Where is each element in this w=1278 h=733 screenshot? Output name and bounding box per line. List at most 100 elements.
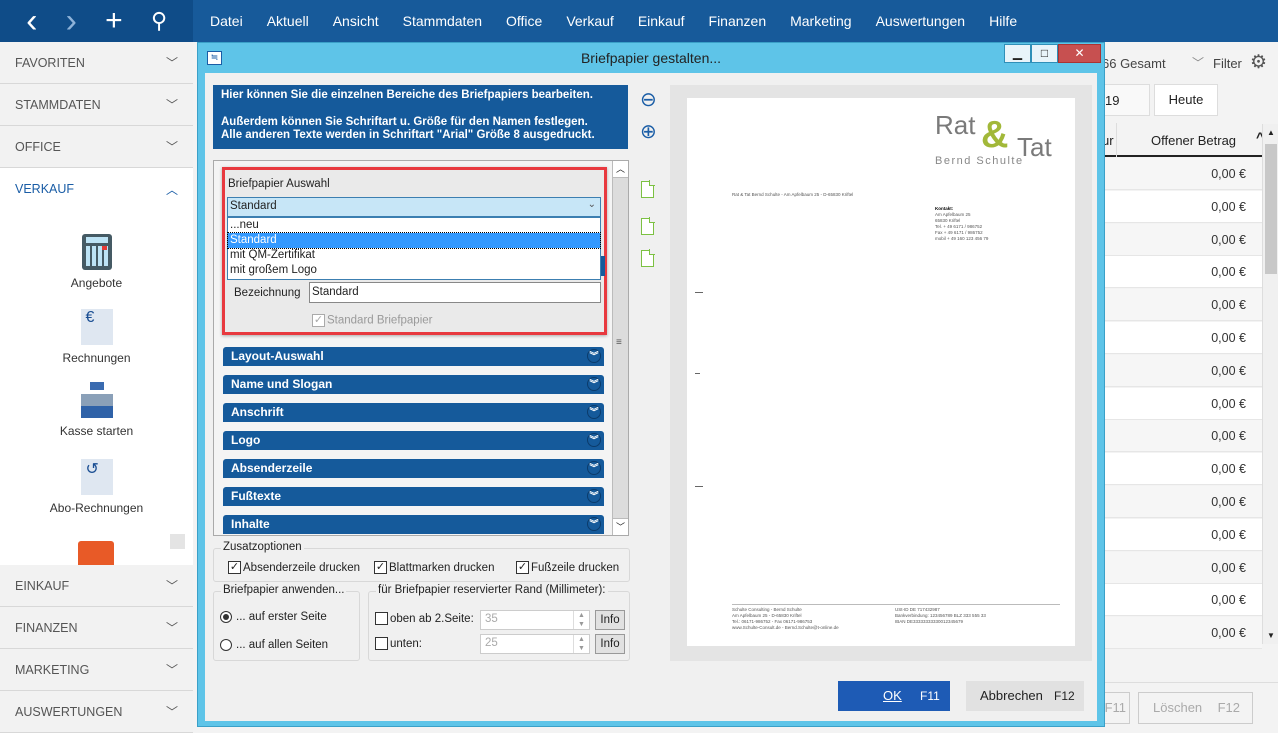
table-row[interactable]: 0,00 € [1100, 289, 1262, 322]
section-inhalte[interactable]: Inhalte ︾ [223, 515, 604, 534]
table-row[interactable]: 0,00 € [1100, 354, 1262, 387]
option-grosses-logo[interactable]: mit großem Logo [228, 263, 600, 278]
menu-office[interactable]: Office [506, 13, 542, 29]
table-row[interactable]: 0,00 € [1100, 551, 1262, 584]
menu-ansicht[interactable]: Ansicht [333, 13, 379, 29]
gear-icon[interactable]: ⚙ [1250, 51, 1267, 74]
group-label: Zusatzoptionen [221, 541, 304, 553]
menu-stammdaten[interactable]: Stammdaten [403, 13, 482, 29]
table-row[interactable]: 0,00 € [1100, 387, 1262, 420]
table-row[interactable]: 0,00 € [1100, 256, 1262, 289]
sidebar-item-office[interactable]: OFFICE ﹀ [0, 126, 193, 168]
menu-einkauf[interactable]: Einkauf [638, 13, 685, 29]
section-layout-auswahl[interactable]: Layout-Auswahl ︾ [223, 347, 604, 366]
table-row[interactable]: 0,00 € [1100, 584, 1262, 617]
margin-top-input[interactable]: 35 ▲ ▼ [480, 610, 590, 630]
table-row[interactable]: 0,00 € [1100, 322, 1262, 354]
checkbox-margin-bottom[interactable]: unten: [375, 637, 422, 650]
calculator-icon [81, 234, 112, 270]
briefpapier-select[interactable]: Standard ⌄ [227, 197, 601, 217]
table-row[interactable]: 0,00 € [1100, 158, 1262, 190]
checkbox-fusszeile[interactable]: ✓ Fußzeile drucken [516, 561, 619, 574]
tile-rechnungen[interactable]: € Rechnungen [0, 309, 193, 365]
section-absenderzeile[interactable]: Absenderzeile ︾ [223, 459, 604, 478]
checkbox-icon: ✓ [516, 561, 529, 574]
section-fusstexte[interactable]: Fußtexte ︾ [223, 487, 604, 506]
option-standard[interactable]: Standard [227, 232, 601, 249]
sidebar-item-marketing[interactable]: MARKETING ﹀ [0, 649, 193, 691]
open-amount-cell: 0,00 € [1211, 462, 1246, 477]
minimize-button[interactable]: ▁ [1004, 44, 1031, 63]
section-label: Absenderzeile [231, 461, 313, 475]
page-icon[interactable] [641, 249, 655, 267]
forward-icon[interactable]: › [66, 2, 77, 41]
column-header-offener-betrag[interactable]: Offener Betrag [1151, 133, 1236, 148]
filter-button[interactable]: Filter [1213, 56, 1242, 71]
checkbox-blattmarken[interactable]: ✓ Blattmarken drucken [374, 561, 494, 574]
margin-bottom-input[interactable]: 25 ▲ ▼ [480, 634, 590, 654]
menu-marketing[interactable]: Marketing [790, 13, 851, 29]
sidebar-item-einkauf[interactable]: EINKAUF ﹀ [0, 565, 193, 607]
radio-first-page[interactable]: ... auf erster Seite [220, 611, 327, 623]
ok-button[interactable]: OK F11 [838, 681, 950, 711]
page-icon[interactable] [641, 217, 655, 235]
open-amount-cell: 0,00 € [1211, 495, 1246, 509]
sidebar-item-label: OFFICE [15, 139, 61, 154]
maximize-button[interactable]: □ [1031, 44, 1058, 63]
tile-label: Abo-Rechnungen [49, 501, 144, 515]
menu-hilfe[interactable]: Hilfe [989, 13, 1017, 29]
menu-auswertungen[interactable]: Auswertungen [876, 13, 966, 29]
table-row[interactable]: 0,00 € [1100, 190, 1262, 223]
back-icon[interactable]: ‹ [26, 2, 37, 41]
section-logo[interactable]: Logo ︾ [223, 431, 604, 450]
page-icon[interactable] [641, 180, 655, 198]
preview-text: mobil + 49 160 123 456 79 [935, 236, 989, 241]
sidebar-item-auswertungen[interactable]: AUSWERTUNGEN ﹀ [0, 691, 193, 733]
logo-text: Bernd Schulte [935, 155, 1024, 167]
table-row[interactable]: 0,00 € [1100, 518, 1262, 551]
sections-scrollbar[interactable]: ︿ ≡ ﹀ [612, 161, 628, 535]
checkbox-absenderzeile[interactable]: ✓ Absenderzeile drucken [228, 561, 360, 574]
date-field[interactable]: 19 [1100, 84, 1150, 116]
table-row[interactable]: 0,00 € [1100, 453, 1262, 486]
tile-kasse[interactable]: Kasse starten [0, 382, 193, 438]
toolbox-icon [78, 541, 114, 565]
menu-aktuell[interactable]: Aktuell [267, 13, 309, 29]
name-input[interactable]: Standard [309, 282, 601, 303]
close-button[interactable]: ✕ [1058, 44, 1101, 63]
option-neu[interactable]: ...neu [228, 218, 600, 233]
delete-button[interactable]: Löschen F12 [1138, 692, 1253, 724]
section-anschrift[interactable]: Anschrift ︾ [223, 403, 604, 422]
collapse-icon[interactable] [170, 534, 185, 549]
menu-finanzen[interactable]: Finanzen [709, 13, 767, 29]
info-button-bottom[interactable]: Info [595, 634, 625, 654]
cancel-button[interactable]: Abbrechen F12 [966, 681, 1084, 711]
table-row[interactable]: 0,00 € [1100, 617, 1262, 650]
radio-label: ... auf allen Seiten [236, 639, 329, 651]
table-row[interactable]: 0,00 € [1100, 223, 1262, 256]
section-name-slogan[interactable]: Name und Slogan ︾ [223, 375, 604, 394]
radio-all-pages[interactable]: ... auf allen Seiten [220, 639, 328, 651]
add-icon[interactable]: + [105, 4, 123, 38]
search-icon[interactable]: ⚲ [151, 8, 167, 34]
info-button-top[interactable]: Info [595, 610, 625, 630]
scrollbar[interactable]: ▲ ▼ [1262, 124, 1278, 644]
menu-datei[interactable]: Datei [210, 13, 243, 29]
sidebar-item-stammdaten[interactable]: STAMMDATEN ﹀ [0, 84, 193, 126]
sidebar-item-label: MARKETING [15, 662, 90, 677]
sidebar-item-finanzen[interactable]: FINANZEN ﹀ [0, 607, 193, 649]
expand-icon: ︾ [587, 377, 601, 391]
zoom-in-icon[interactable]: ⊕ [640, 119, 657, 144]
sidebar-item-verkauf[interactable]: VERKAUF ︿ [0, 168, 193, 210]
option-qm-zertifikat[interactable]: mit QM-Zertifikat [228, 248, 600, 263]
table-row[interactable]: 0,00 € [1100, 420, 1262, 453]
zoom-out-icon[interactable]: ⊖ [640, 87, 657, 112]
menu-verkauf[interactable]: Verkauf [566, 13, 613, 29]
table-row[interactable]: 0,00 € [1100, 486, 1262, 518]
tile-abo-rechnungen[interactable]: ↺ Abo-Rechnungen [0, 459, 193, 515]
sidebar-item-favoriten[interactable]: FAVORITEN ﹀ [0, 42, 193, 84]
tile-angebote[interactable]: Angebote [0, 234, 193, 290]
chevron-down-icon[interactable]: ﹀ [1192, 54, 1204, 71]
today-button[interactable]: Heute [1154, 84, 1218, 116]
checkbox-margin-top[interactable]: oben ab 2.Seite: [375, 612, 474, 625]
